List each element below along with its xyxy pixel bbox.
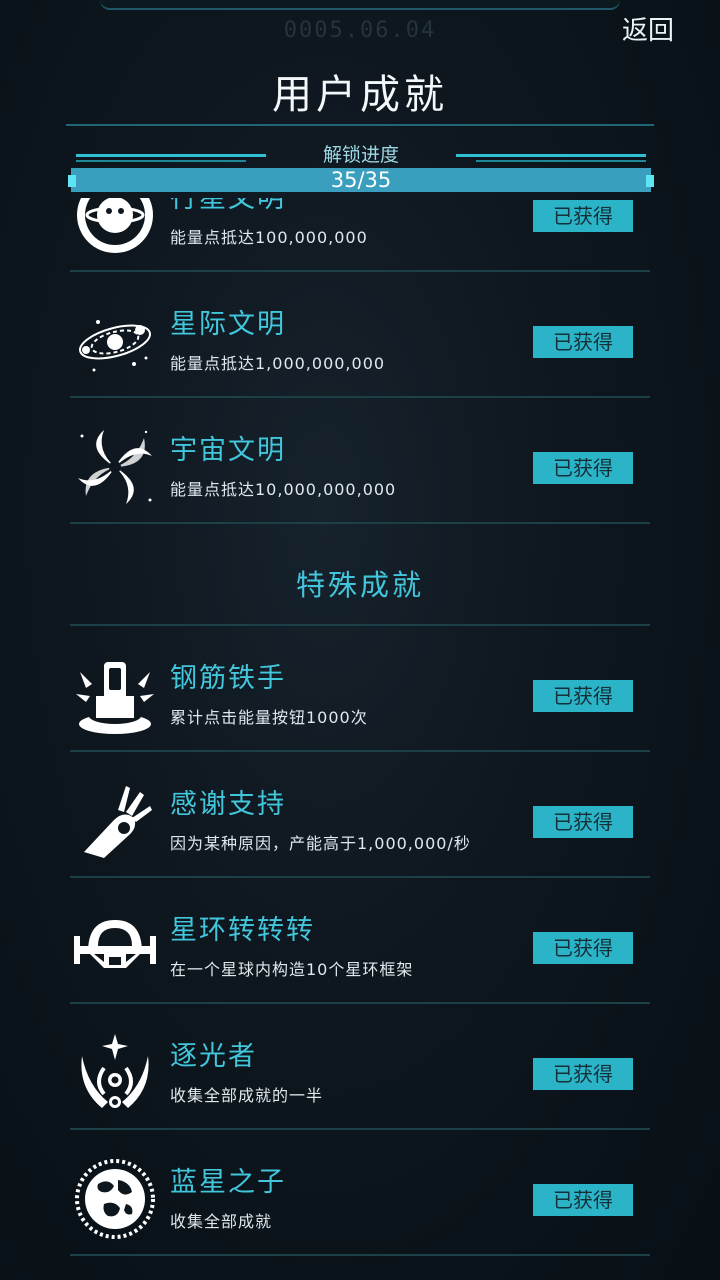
page-title: 用户成就 xyxy=(272,72,448,118)
achievement-desc: 能量点抵达1,000,000,000 xyxy=(170,354,386,373)
date-display: 0005.06.04 xyxy=(283,18,437,43)
achievement-desc: 累计点击能量按钮1000次 xyxy=(170,708,368,727)
achievement-desc: 收集全部成就的一半 xyxy=(170,1086,324,1105)
achievement-desc: 能量点抵达10,000,000,000 xyxy=(170,480,397,499)
light-chaser-icon xyxy=(74,1032,156,1114)
achievement-name: 逐光者 xyxy=(170,1041,257,1072)
achievement-item: 蓝星之子 收集全部成就 已获得 xyxy=(0,1130,720,1256)
obtained-badge[interactable]: 已获得 xyxy=(533,1058,633,1090)
achievement-name: 感谢支持 xyxy=(170,789,286,820)
blue-planet-icon xyxy=(74,1158,156,1240)
achievement-name: 钢筋铁手 xyxy=(170,663,286,694)
achievement-name: 宇宙文明 xyxy=(170,435,286,466)
achievement-name: 星际文明 xyxy=(170,309,286,340)
obtained-badge[interactable]: 已获得 xyxy=(533,1184,633,1216)
obtained-badge[interactable]: 已获得 xyxy=(533,200,633,232)
header-divider xyxy=(66,124,654,126)
achievement-name: 行星文明 xyxy=(170,198,286,214)
obtained-badge[interactable]: 已获得 xyxy=(533,932,633,964)
achievement-item: 宇宙文明 能量点抵达10,000,000,000 已获得 xyxy=(0,398,720,524)
achievement-desc: 能量点抵达100,000,000 xyxy=(170,228,368,247)
button-press-icon xyxy=(74,654,156,736)
progress-value: 35/35 xyxy=(330,168,392,192)
back-button[interactable]: 返回 xyxy=(622,10,674,47)
galaxy-icon xyxy=(74,426,156,508)
achievement-desc: 收集全部成就 xyxy=(170,1212,273,1231)
achievement-desc: 在一个星球内构造10个星环框架 xyxy=(170,960,414,979)
top-frame xyxy=(100,0,620,10)
achievement-name: 蓝星之子 xyxy=(170,1167,286,1198)
progress-label: 解锁进度 xyxy=(322,144,399,166)
solar-system-icon xyxy=(74,300,156,382)
achievement-item: 行星文明 能量点抵达100,000,000 已获得 xyxy=(0,198,720,272)
unlock-progress: 解锁进度 35/35 xyxy=(68,144,654,196)
row-divider xyxy=(70,1254,650,1256)
achievement-item: 逐光者 收集全部成就的一半 已获得 xyxy=(0,1004,720,1130)
obtained-badge[interactable]: 已获得 xyxy=(533,326,633,358)
special-section-title: 特殊成就 xyxy=(295,568,424,602)
planet-icon xyxy=(74,198,156,256)
achievement-item: 星际文明 能量点抵达1,000,000,000 已获得 xyxy=(0,272,720,398)
achievement-item: 星环转转转 在一个星球内构造10个星环框架 已获得 xyxy=(0,878,720,1004)
achievement-item: 钢筋铁手 累计点击能量按钮1000次 已获得 xyxy=(0,626,720,752)
achievement-list[interactable]: 行星文明 能量点抵达100,000,000 已获得 星际文明 能量点抵达1,00… xyxy=(0,198,720,1280)
achievement-name: 星环转转转 xyxy=(170,915,315,946)
row-divider xyxy=(70,522,650,524)
ring-station-icon xyxy=(74,906,156,988)
obtained-badge[interactable]: 已获得 xyxy=(533,452,633,484)
achievement-item: 感谢支持 因为某种原因，产能高于1,000,000/秒 已获得 xyxy=(0,752,720,878)
progress-bar: 35/35 xyxy=(71,168,651,192)
ok-hand-icon xyxy=(74,780,156,862)
obtained-badge[interactable]: 已获得 xyxy=(533,806,633,838)
achievement-desc: 因为某种原因，产能高于1,000,000/秒 xyxy=(170,834,471,853)
obtained-badge[interactable]: 已获得 xyxy=(533,680,633,712)
